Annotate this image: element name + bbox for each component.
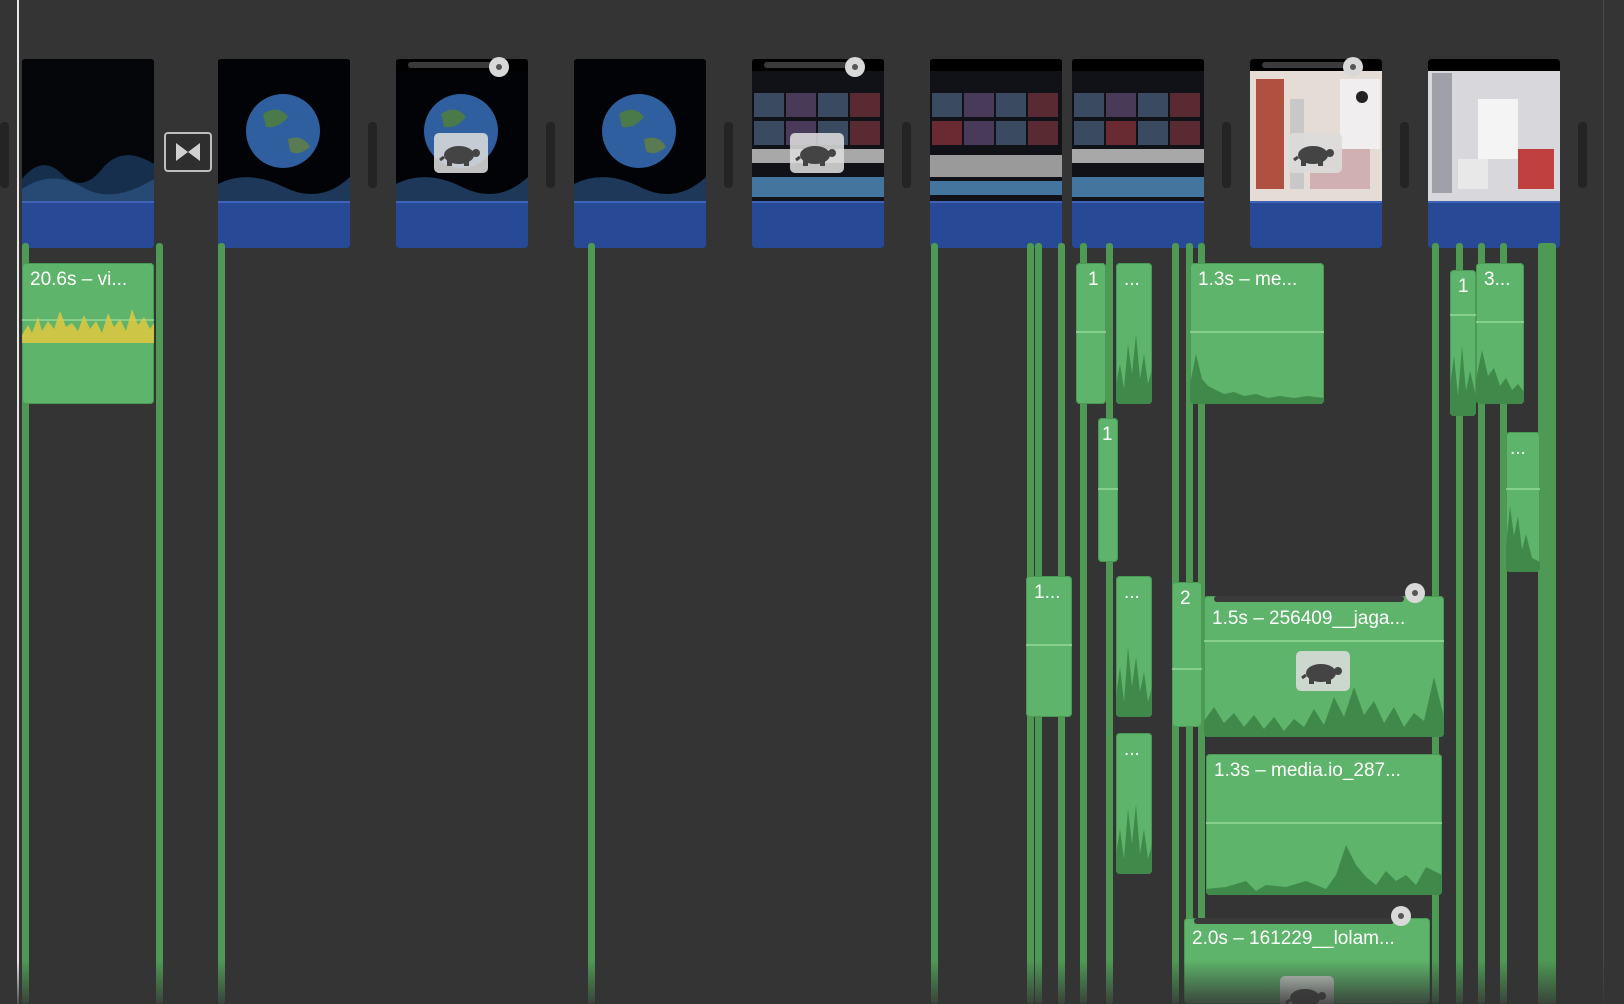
waveform bbox=[1506, 486, 1540, 572]
retime-bar[interactable] bbox=[408, 62, 498, 68]
retime-bar[interactable] bbox=[764, 62, 854, 68]
audio-clip-14[interactable]: 1.3s – media.io_287... bbox=[1206, 754, 1442, 895]
retime-bar[interactable] bbox=[1262, 62, 1352, 68]
clip-thumbnail bbox=[396, 59, 528, 203]
retime-knob-icon[interactable] bbox=[1405, 583, 1425, 603]
audio-connection-line bbox=[931, 243, 938, 1004]
audio-clip-11[interactable]: 2 bbox=[1172, 582, 1202, 727]
waveform bbox=[1206, 815, 1442, 895]
clip-thumbnail bbox=[574, 59, 706, 203]
retime-knob-icon[interactable] bbox=[1391, 906, 1411, 926]
clip-audio-band bbox=[752, 201, 884, 248]
clip-label: 1.5s – 256409__jaga... bbox=[1212, 608, 1406, 629]
transition-cross-dissolve-icon[interactable] bbox=[164, 132, 212, 172]
waveform bbox=[22, 303, 154, 343]
retime-knob-icon[interactable] bbox=[489, 57, 509, 77]
gap-handle[interactable] bbox=[902, 122, 911, 188]
waveform bbox=[1190, 324, 1324, 404]
gap-handle[interactable] bbox=[546, 122, 555, 188]
clip-label: ... bbox=[1510, 438, 1526, 459]
turtle-slow-motion-icon bbox=[790, 133, 844, 173]
audio-clip-10[interactable]: ... bbox=[1116, 576, 1152, 717]
gap-handle[interactable] bbox=[1578, 122, 1587, 188]
clip-audio-band bbox=[574, 201, 706, 248]
audio-clip-4[interactable]: 1.3s – me... bbox=[1190, 263, 1324, 404]
gap-handle[interactable] bbox=[1400, 122, 1409, 188]
waveform bbox=[1476, 320, 1524, 404]
gap-handle[interactable] bbox=[368, 122, 377, 188]
clip-thumbnail bbox=[1428, 59, 1560, 203]
clip-audio-band bbox=[1250, 201, 1382, 248]
waveform bbox=[1450, 316, 1476, 416]
clip-audio-band bbox=[22, 201, 154, 248]
clip-label: ... bbox=[1124, 582, 1140, 603]
audio-connection-line bbox=[218, 243, 225, 1004]
clip-label: 2.0s – 161229__lolam... bbox=[1192, 928, 1395, 949]
clip-label: 3... bbox=[1484, 269, 1511, 290]
gap-handle[interactable] bbox=[1222, 122, 1231, 188]
audio-connection-line bbox=[156, 243, 163, 1004]
clip-label: ... bbox=[1124, 269, 1140, 290]
video-clip-7[interactable] bbox=[1072, 59, 1204, 248]
video-clip-9[interactable] bbox=[1428, 59, 1560, 248]
clip-label: 1 bbox=[1088, 269, 1099, 290]
clip-label: 1 bbox=[1102, 424, 1112, 445]
audio-connection-line bbox=[588, 243, 595, 1004]
clip-label: 2 bbox=[1180, 588, 1191, 609]
video-clip-2[interactable] bbox=[218, 59, 350, 248]
clip-audio-band bbox=[930, 201, 1062, 248]
audio-clip-1[interactable]: 20.6s – vi... bbox=[22, 263, 154, 404]
audio-connection-line bbox=[1106, 243, 1113, 1004]
turtle-slow-motion-icon bbox=[1280, 976, 1334, 1004]
audio-clip-7[interactable]: 1 bbox=[1098, 418, 1118, 562]
video-clip-6[interactable] bbox=[930, 59, 1062, 248]
audio-clip-3[interactable]: ... bbox=[1116, 263, 1152, 404]
audio-clip-8[interactable]: ... bbox=[1506, 432, 1540, 572]
clip-thumbnail bbox=[22, 59, 154, 203]
audio-clip-5[interactable]: 1 bbox=[1450, 270, 1476, 416]
timeline-right-edge bbox=[1603, 0, 1604, 1004]
clip-audio-band bbox=[1428, 201, 1560, 248]
waveform bbox=[1116, 304, 1152, 404]
clip-thumbnail bbox=[1072, 59, 1204, 203]
timeline[interactable]: 20.6s – vi... 1 ... 1.3s – me... 1 3... … bbox=[0, 0, 1624, 1004]
clip-label: 1 bbox=[1458, 276, 1469, 297]
gap-handle[interactable] bbox=[0, 122, 9, 188]
clip-thumbnail bbox=[1250, 59, 1382, 203]
audio-clip-9[interactable]: 1... bbox=[1026, 576, 1072, 717]
clip-audio-band bbox=[218, 201, 350, 248]
clip-label: 1.3s – media.io_287... bbox=[1214, 760, 1401, 781]
waveform bbox=[1116, 617, 1152, 717]
video-clip-1[interactable] bbox=[22, 59, 154, 248]
retime-knob-icon[interactable] bbox=[845, 57, 865, 77]
clip-audio-band bbox=[396, 201, 528, 248]
clip-thumbnail bbox=[752, 59, 884, 203]
clip-audio-band bbox=[1072, 201, 1204, 248]
audio-clip-2[interactable]: 1 bbox=[1076, 263, 1106, 404]
audio-connection-line bbox=[1538, 243, 1556, 1004]
turtle-slow-motion-icon bbox=[434, 133, 488, 173]
waveform bbox=[1116, 774, 1152, 874]
clip-thumbnail bbox=[930, 59, 1062, 203]
playhead[interactable] bbox=[17, 0, 19, 1004]
turtle-slow-motion-icon bbox=[1296, 651, 1350, 691]
clip-label: ... bbox=[1124, 739, 1140, 760]
clip-thumbnail bbox=[218, 59, 350, 203]
clip-label: 20.6s – vi... bbox=[30, 269, 128, 290]
turtle-slow-motion-icon bbox=[1288, 133, 1342, 173]
gap-handle[interactable] bbox=[724, 122, 733, 188]
retime-knob-icon[interactable] bbox=[1343, 57, 1363, 77]
video-clip-4[interactable] bbox=[574, 59, 706, 248]
clip-label: 1.3s – me... bbox=[1198, 269, 1298, 290]
audio-clip-13[interactable]: ... bbox=[1116, 733, 1152, 874]
audio-clip-6[interactable]: 3... bbox=[1476, 263, 1524, 404]
clip-label: 1... bbox=[1034, 582, 1061, 603]
